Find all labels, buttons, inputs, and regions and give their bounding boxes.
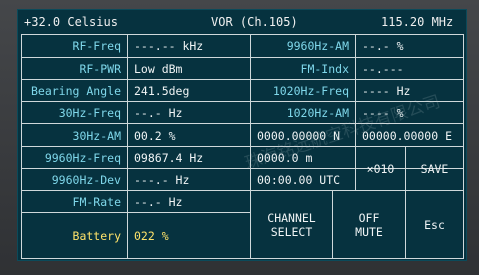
save-button[interactable]: SAVE xyxy=(405,146,463,190)
value-1020hz-am: ---- % xyxy=(355,102,463,124)
value-9960hz-freq: 09867.4 Hz xyxy=(127,147,250,169)
label-rf-pwr: RF-PWR xyxy=(79,62,121,76)
off-mute-button[interactable]: OFF MUTE xyxy=(332,190,405,258)
row-rf-freq: RF-Freq ---.-- kHz 9960Hz-AM --.- % xyxy=(22,35,463,57)
value-bearing-angle: 241.5deg xyxy=(127,80,250,102)
utc-time-readout: 00:00.00 UTC xyxy=(250,169,355,191)
row-bearing: Bearing Angle 241.5deg 1020Hz-Freq ---- … xyxy=(22,79,463,102)
value-30hz-am: 00.2 % xyxy=(127,124,250,147)
measurement-grid: RF-Freq ---.-- kHz 9960Hz-AM --.- % RF-P… xyxy=(21,34,464,259)
latitude-readout: 0000.00000 N xyxy=(250,124,355,147)
esc-button[interactable]: Esc xyxy=(405,190,463,258)
value-1020hz-freq: ---- Hz xyxy=(355,80,463,102)
label-fm-indx: FM-Indx xyxy=(250,58,355,80)
status-header: +32.0 Celsius VOR (Ch.105) 115.20 MHz xyxy=(18,10,466,33)
label-battery: Battery xyxy=(72,229,121,243)
value-battery: 022 % xyxy=(127,213,250,259)
temperature-readout: +32.0 Celsius xyxy=(24,15,118,29)
altitude-readout: 0000.0 m xyxy=(250,147,355,169)
label-30hz-am: 30Hz-AM xyxy=(72,128,121,143)
label-9960hz-am: 9960Hz-AM xyxy=(250,35,355,57)
label-9960hz-dev: 9960Hz-Dev xyxy=(51,173,121,187)
label-bearing-angle: Bearing Angle xyxy=(30,84,121,98)
channel-select-button[interactable]: CHANNEL SELECT xyxy=(250,190,332,258)
value-30hz-freq: --.- Hz xyxy=(127,102,250,124)
row-fm-rate: FM-Rate --.- Hz xyxy=(22,190,250,213)
row-rf-pwr: RF-PWR Low dBm FM-Indx --.--- xyxy=(22,57,463,80)
row-battery: Battery 022 % xyxy=(22,212,250,259)
value-rf-pwr: Low dBm xyxy=(127,58,250,80)
longitude-readout: 00000.00000 E xyxy=(355,124,463,147)
label-fm-rate: FM-Rate xyxy=(72,195,121,209)
value-fm-indx: --.--- xyxy=(355,58,463,80)
row-30hz-am: 30Hz-AM 00.2 % 0000.00000 N 00000.00000 … xyxy=(22,123,463,147)
value-9960hz-dev: ---.- Hz xyxy=(127,169,250,191)
value-9960hz-am: --.- % xyxy=(355,35,463,57)
label-30hz-freq: 30Hz-Freq xyxy=(58,106,121,120)
label-rf-freq: RF-Freq xyxy=(72,39,121,53)
label-1020hz-freq: 1020Hz-Freq xyxy=(250,80,355,102)
row-30hz-freq: 30Hz-Freq --.- Hz 1020Hz-AM ---- % xyxy=(22,101,463,124)
label-1020hz-am: 1020Hz-AM xyxy=(250,102,355,124)
value-fm-rate: --.- Hz xyxy=(127,191,250,213)
frequency-readout: 115.20 MHz xyxy=(381,15,454,29)
vor-display: +32.0 Celsius VOR (Ch.105) 115.20 MHz RF… xyxy=(17,9,467,261)
label-9960hz-freq: 9960Hz-Freq xyxy=(44,151,121,165)
value-rf-freq: ---.-- kHz xyxy=(127,35,250,57)
mode-readout: VOR (Ch.105) xyxy=(211,15,298,29)
multiplier-button[interactable]: ×010 xyxy=(355,146,405,190)
